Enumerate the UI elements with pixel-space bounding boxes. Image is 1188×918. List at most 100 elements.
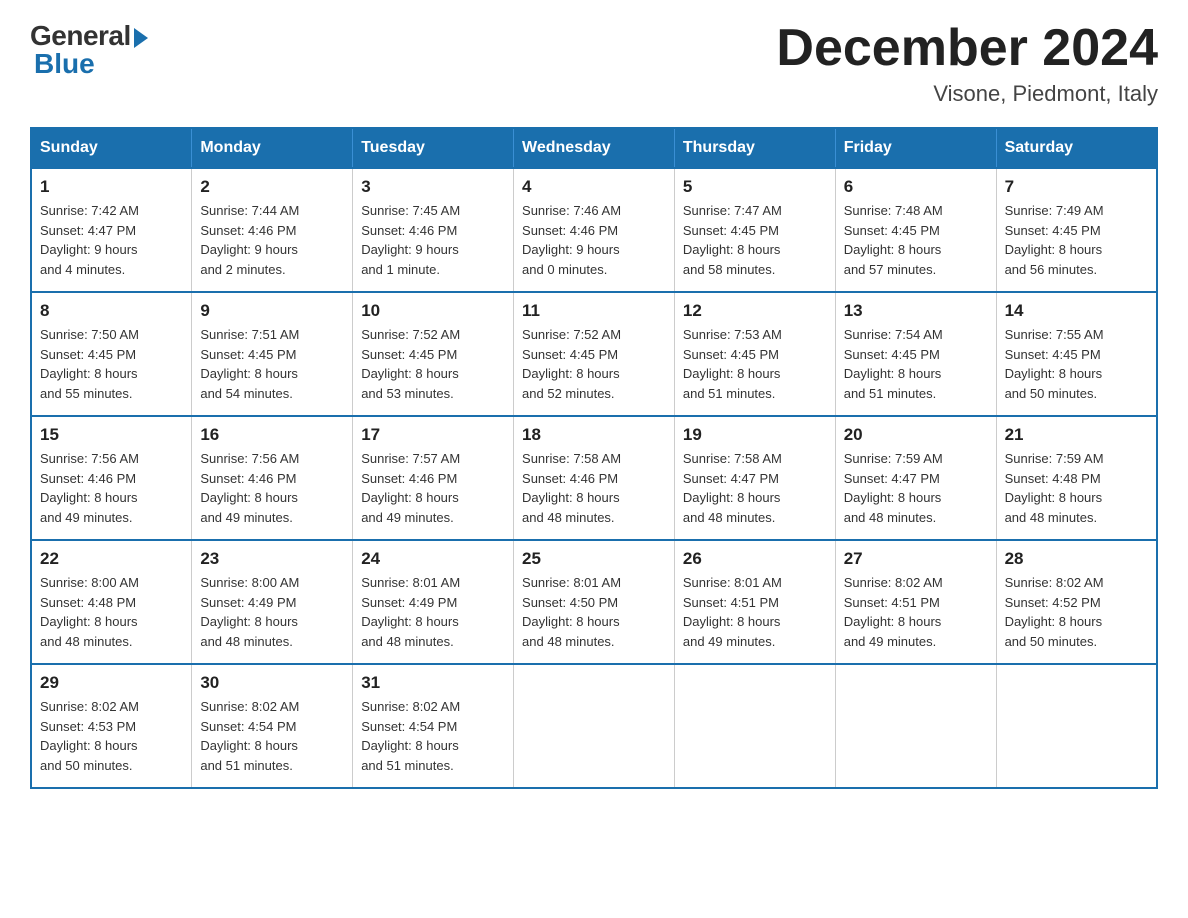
day-number: 30	[200, 673, 344, 693]
table-row: 9Sunrise: 7:51 AM Sunset: 4:45 PM Daylig…	[192, 292, 353, 416]
table-row: 6 Sunrise: 7:48 AM Sunset: 4:45 PM Daylig…	[835, 168, 996, 292]
day-number: 25	[522, 549, 666, 569]
day-number: 3	[361, 177, 505, 197]
table-row: 24 Sunrise: 8:01 AM Sunset: 4:49 PM Dayli…	[353, 540, 514, 664]
col-saturday: Saturday	[996, 128, 1157, 168]
day-number: 27	[844, 549, 988, 569]
day-info: Sunrise: 8:00 AM Sunset: 4:49 PM Dayligh…	[200, 573, 344, 651]
day-number: 23	[200, 549, 344, 569]
day-info: Sunrise: 7:56 AM Sunset: 4:46 PM Dayligh…	[40, 449, 183, 527]
day-number: 15	[40, 425, 183, 445]
day-number: 29	[40, 673, 183, 693]
day-number: 8	[40, 301, 183, 321]
table-row: 27 Sunrise: 8:02 AM Sunset: 4:51 PM Dayli…	[835, 540, 996, 664]
table-row: 4 Sunrise: 7:46 AM Sunset: 4:46 PM Daylig…	[514, 168, 675, 292]
day-info: Sunrise: 7:47 AM Sunset: 4:45 PM Dayligh…	[683, 201, 827, 279]
day-info: Sunrise: 8:02 AM Sunset: 4:52 PM Dayligh…	[1005, 573, 1148, 651]
day-number: 17	[361, 425, 505, 445]
day-info: Sunrise: 8:02 AM Sunset: 4:51 PM Dayligh…	[844, 573, 988, 651]
table-row	[514, 664, 675, 788]
day-info: Sunrise: 8:01 AM Sunset: 4:50 PM Dayligh…	[522, 573, 666, 651]
table-row: 18 Sunrise: 7:58 AM Sunset: 4:46 PM Dayli…	[514, 416, 675, 540]
table-row: 17 Sunrise: 7:57 AM Sunset: 4:46 PM Dayli…	[353, 416, 514, 540]
month-title: December 2024	[776, 20, 1158, 77]
day-number: 31	[361, 673, 505, 693]
day-number: 2	[200, 177, 344, 197]
table-row: 25 Sunrise: 8:01 AM Sunset: 4:50 PM Dayli…	[514, 540, 675, 664]
table-row: 16 Sunrise: 7:56 AM Sunset: 4:46 PM Dayli…	[192, 416, 353, 540]
day-info: Sunrise: 7:45 AM Sunset: 4:46 PM Dayligh…	[361, 201, 505, 279]
calendar-week-row: 22 Sunrise: 8:00 AM Sunset: 4:48 PM Dayli…	[31, 540, 1157, 664]
day-info: Sunrise: 7:48 AM Sunset: 4:45 PM Dayligh…	[844, 201, 988, 279]
day-info: Sunrise: 7:42 AM Sunset: 4:47 PM Dayligh…	[40, 201, 183, 279]
table-row: 7 Sunrise: 7:49 AM Sunset: 4:45 PM Daylig…	[996, 168, 1157, 292]
day-number: 18	[522, 425, 666, 445]
table-row: 20Sunrise: 7:59 AM Sunset: 4:47 PM Dayli…	[835, 416, 996, 540]
day-info: Sunrise: 7:46 AM Sunset: 4:46 PM Dayligh…	[522, 201, 666, 279]
day-info: Sunrise: 8:01 AM Sunset: 4:51 PM Dayligh…	[683, 573, 827, 651]
day-number: 13	[844, 301, 988, 321]
table-row: 31Sunrise: 8:02 AM Sunset: 4:54 PM Dayli…	[353, 664, 514, 788]
day-number: 6	[844, 177, 988, 197]
table-row: 22 Sunrise: 8:00 AM Sunset: 4:48 PM Dayli…	[31, 540, 192, 664]
day-info: Sunrise: 7:49 AM Sunset: 4:45 PM Dayligh…	[1005, 201, 1148, 279]
day-info: Sunrise: 7:55 AM Sunset: 4:45 PM Dayligh…	[1005, 325, 1148, 403]
title-block: December 2024 Visone, Piedmont, Italy	[776, 20, 1158, 107]
day-info: Sunrise: 7:56 AM Sunset: 4:46 PM Dayligh…	[200, 449, 344, 527]
table-row: 13 Sunrise: 7:54 AM Sunset: 4:45 PM Dayli…	[835, 292, 996, 416]
calendar-week-row: 29 Sunrise: 8:02 AM Sunset: 4:53 PM Dayli…	[31, 664, 1157, 788]
day-number: 24	[361, 549, 505, 569]
page-header: General Blue December 2024 Visone, Piedm…	[30, 20, 1158, 107]
day-number: 10	[361, 301, 505, 321]
day-info: Sunrise: 7:52 AM Sunset: 4:45 PM Dayligh…	[361, 325, 505, 403]
day-number: 19	[683, 425, 827, 445]
table-row: 29 Sunrise: 8:02 AM Sunset: 4:53 PM Dayli…	[31, 664, 192, 788]
table-row	[674, 664, 835, 788]
day-info: Sunrise: 7:57 AM Sunset: 4:46 PM Dayligh…	[361, 449, 505, 527]
table-row: 3 Sunrise: 7:45 AM Sunset: 4:46 PM Daylig…	[353, 168, 514, 292]
day-info: Sunrise: 8:02 AM Sunset: 4:53 PM Dayligh…	[40, 697, 183, 775]
day-info: Sunrise: 7:54 AM Sunset: 4:45 PM Dayligh…	[844, 325, 988, 403]
day-number: 12	[683, 301, 827, 321]
calendar-week-row: 1 Sunrise: 7:42 AM Sunset: 4:47 PM Daylig…	[31, 168, 1157, 292]
col-sunday: Sunday	[31, 128, 192, 168]
table-row: 2 Sunrise: 7:44 AM Sunset: 4:46 PM Daylig…	[192, 168, 353, 292]
table-row: 14 Sunrise: 7:55 AM Sunset: 4:45 PM Dayli…	[996, 292, 1157, 416]
day-info: Sunrise: 8:00 AM Sunset: 4:48 PM Dayligh…	[40, 573, 183, 651]
day-number: 16	[200, 425, 344, 445]
day-info: Sunrise: 7:51 AM Sunset: 4:45 PM Dayligh…	[200, 325, 344, 403]
day-number: 7	[1005, 177, 1148, 197]
table-row: 30 Sunrise: 8:02 AM Sunset: 4:54 PM Dayli…	[192, 664, 353, 788]
day-number: 28	[1005, 549, 1148, 569]
table-row	[835, 664, 996, 788]
col-tuesday: Tuesday	[353, 128, 514, 168]
table-row: 23 Sunrise: 8:00 AM Sunset: 4:49 PM Dayli…	[192, 540, 353, 664]
logo-arrow-icon	[134, 28, 148, 48]
day-info: Sunrise: 7:50 AM Sunset: 4:45 PM Dayligh…	[40, 325, 183, 403]
day-number: 14	[1005, 301, 1148, 321]
table-row: 11Sunrise: 7:52 AM Sunset: 4:45 PM Dayli…	[514, 292, 675, 416]
calendar-week-row: 8 Sunrise: 7:50 AM Sunset: 4:45 PM Daylig…	[31, 292, 1157, 416]
calendar-table: Sunday Monday Tuesday Wednesday Thursday…	[30, 127, 1158, 789]
table-row: 19 Sunrise: 7:58 AM Sunset: 4:47 PM Dayli…	[674, 416, 835, 540]
day-info: Sunrise: 7:53 AM Sunset: 4:45 PM Dayligh…	[683, 325, 827, 403]
day-number: 22	[40, 549, 183, 569]
day-number: 11	[522, 301, 666, 321]
col-friday: Friday	[835, 128, 996, 168]
location-title: Visone, Piedmont, Italy	[776, 81, 1158, 107]
calendar-header-row: Sunday Monday Tuesday Wednesday Thursday…	[31, 128, 1157, 168]
table-row: 28 Sunrise: 8:02 AM Sunset: 4:52 PM Dayli…	[996, 540, 1157, 664]
day-info: Sunrise: 8:01 AM Sunset: 4:49 PM Dayligh…	[361, 573, 505, 651]
day-info: Sunrise: 7:59 AM Sunset: 4:48 PM Dayligh…	[1005, 449, 1148, 527]
day-info: Sunrise: 7:59 AM Sunset: 4:47 PM Dayligh…	[844, 449, 988, 527]
day-number: 1	[40, 177, 183, 197]
day-number: 4	[522, 177, 666, 197]
day-info: Sunrise: 7:58 AM Sunset: 4:47 PM Dayligh…	[683, 449, 827, 527]
day-info: Sunrise: 7:44 AM Sunset: 4:46 PM Dayligh…	[200, 201, 344, 279]
table-row: 21 Sunrise: 7:59 AM Sunset: 4:48 PM Dayli…	[996, 416, 1157, 540]
day-info: Sunrise: 7:58 AM Sunset: 4:46 PM Dayligh…	[522, 449, 666, 527]
col-wednesday: Wednesday	[514, 128, 675, 168]
day-info: Sunrise: 8:02 AM Sunset: 4:54 PM Dayligh…	[200, 697, 344, 775]
day-number: 21	[1005, 425, 1148, 445]
table-row: 8 Sunrise: 7:50 AM Sunset: 4:45 PM Daylig…	[31, 292, 192, 416]
